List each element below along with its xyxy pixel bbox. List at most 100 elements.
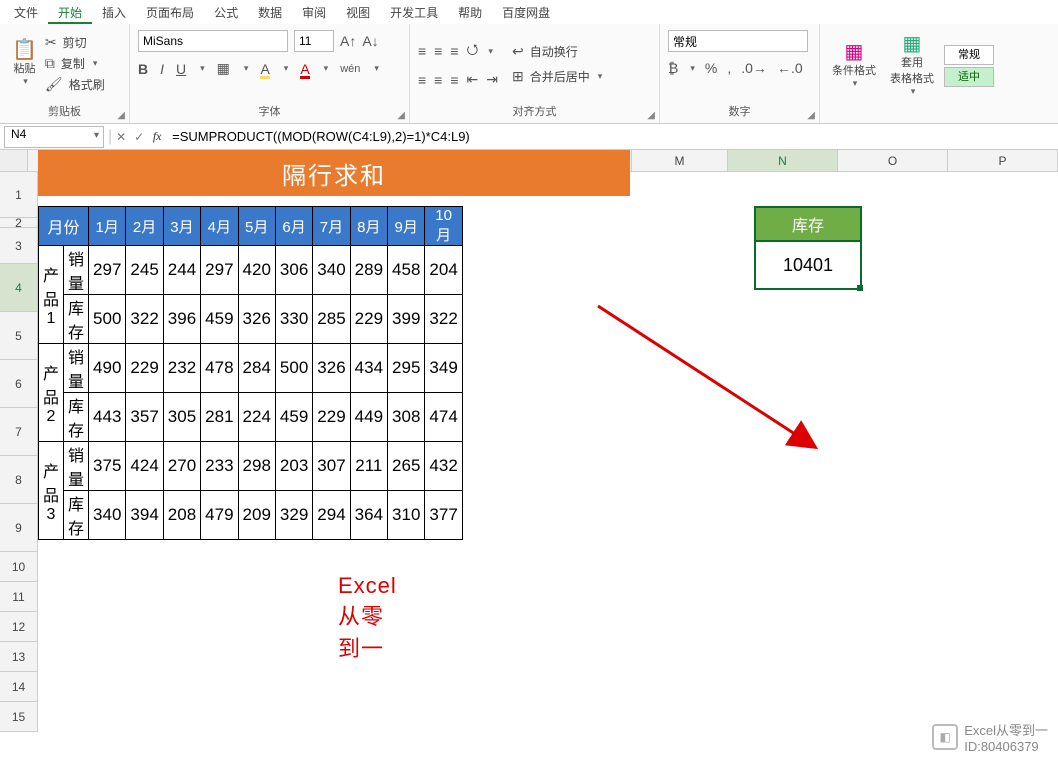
menu-item-2[interactable]: 插入 [92, 1, 136, 24]
data-cell[interactable]: 204 [425, 246, 462, 295]
data-cell[interactable]: 229 [126, 344, 163, 393]
data-cell[interactable]: 500 [275, 344, 312, 393]
accept-formula-button[interactable]: ✓ [130, 130, 148, 144]
data-cell[interactable]: 490 [89, 344, 126, 393]
data-cell[interactable]: 289 [350, 246, 387, 295]
font-name-select[interactable] [138, 30, 288, 52]
align-right-icon[interactable]: ≡ [450, 72, 458, 88]
data-cell[interactable]: 500 [89, 295, 126, 344]
data-cell[interactable]: 364 [350, 491, 387, 540]
dialog-launcher-icon[interactable]: ◢ [117, 110, 125, 121]
row-header-7[interactable]: 7 [0, 408, 38, 456]
data-cell[interactable]: 310 [388, 491, 425, 540]
data-cell[interactable]: 308 [388, 393, 425, 442]
row-header-5[interactable]: 5 [0, 312, 38, 360]
data-cell[interactable]: 396 [163, 295, 200, 344]
data-cell[interactable]: 284 [238, 344, 275, 393]
row-header-3[interactable]: 3 [0, 228, 38, 264]
orientation-icon[interactable]: ⭯ [467, 39, 479, 63]
indent-increase-icon[interactable]: ⇥ [486, 71, 498, 88]
copy-button[interactable]: ⧉复制▾ [45, 55, 105, 72]
data-cell[interactable]: 297 [89, 246, 126, 295]
data-cell[interactable]: 349 [425, 344, 462, 393]
data-cell[interactable]: 479 [201, 491, 238, 540]
menu-item-10[interactable]: 百度网盘 [492, 1, 560, 24]
data-cell[interactable]: 432 [425, 442, 462, 491]
data-cell[interactable]: 420 [238, 246, 275, 295]
increase-font-icon[interactable]: A↑ [340, 33, 356, 49]
row-header-13[interactable]: 13 [0, 642, 38, 672]
select-all-corner[interactable] [0, 150, 28, 171]
col-header-N[interactable]: N [728, 150, 838, 171]
data-cell[interactable]: 294 [313, 491, 350, 540]
increase-decimal-icon[interactable]: .0→ [741, 60, 767, 76]
dialog-launcher-icon[interactable]: ◢ [647, 110, 655, 121]
comma-icon[interactable]: , [727, 60, 731, 76]
font-size-select[interactable] [294, 30, 334, 52]
data-cell[interactable]: 458 [388, 246, 425, 295]
data-cell[interactable]: 298 [238, 442, 275, 491]
row-header-1[interactable]: 1 [0, 172, 38, 218]
decrease-font-icon[interactable]: A↓ [362, 33, 378, 49]
italic-button[interactable]: I [160, 61, 164, 77]
data-cell[interactable]: 233 [201, 442, 238, 491]
currency-icon[interactable]: ₿ [668, 60, 678, 76]
align-middle-icon[interactable]: ≡ [434, 43, 442, 59]
align-top-icon[interactable]: ≡ [418, 43, 426, 59]
data-cell[interactable]: 357 [126, 393, 163, 442]
data-cell[interactable]: 224 [238, 393, 275, 442]
data-cell[interactable]: 375 [89, 442, 126, 491]
data-cell[interactable]: 377 [425, 491, 462, 540]
formula-input[interactable] [166, 126, 1058, 148]
fill-color-button[interactable]: A [260, 61, 269, 77]
border-button[interactable]: ▦ [217, 60, 230, 77]
data-cell[interactable]: 322 [126, 295, 163, 344]
data-cell[interactable]: 459 [201, 295, 238, 344]
row-header-11[interactable]: 11 [0, 582, 38, 612]
align-center-icon[interactable]: ≡ [434, 72, 442, 88]
data-cell[interactable]: 270 [163, 442, 200, 491]
menu-item-6[interactable]: 审阅 [292, 1, 336, 24]
decrease-decimal-icon[interactable]: ←.0 [777, 60, 803, 76]
result-cell[interactable]: 10401 [754, 242, 862, 290]
font-color-button[interactable]: A [300, 61, 309, 77]
data-cell[interactable]: 424 [126, 442, 163, 491]
data-cell[interactable]: 326 [313, 344, 350, 393]
data-cell[interactable]: 281 [201, 393, 238, 442]
menu-item-9[interactable]: 帮助 [448, 1, 492, 24]
number-format-select[interactable] [668, 30, 808, 52]
wrap-text-button[interactable]: ↩自动换行 [512, 43, 602, 60]
data-cell[interactable]: 399 [388, 295, 425, 344]
col-header-O[interactable]: O [838, 150, 948, 171]
data-cell[interactable]: 307 [313, 442, 350, 491]
menu-item-5[interactable]: 数据 [248, 1, 292, 24]
data-cell[interactable]: 203 [275, 442, 312, 491]
align-left-icon[interactable]: ≡ [418, 72, 426, 88]
data-cell[interactable]: 208 [163, 491, 200, 540]
style-good[interactable]: 适中 [944, 67, 994, 87]
data-cell[interactable]: 449 [350, 393, 387, 442]
data-cell[interactable]: 329 [275, 491, 312, 540]
data-cell[interactable]: 229 [313, 393, 350, 442]
data-cell[interactable]: 211 [350, 442, 387, 491]
bold-button[interactable]: B [138, 61, 148, 77]
data-cell[interactable]: 478 [201, 344, 238, 393]
data-cell[interactable]: 340 [89, 491, 126, 540]
data-cell[interactable]: 306 [275, 246, 312, 295]
data-cell[interactable]: 305 [163, 393, 200, 442]
row-header-2[interactable]: 2 [0, 218, 38, 228]
menu-item-0[interactable]: 文件 [4, 1, 48, 24]
data-cell[interactable]: 209 [238, 491, 275, 540]
data-cell[interactable]: 443 [89, 393, 126, 442]
data-cell[interactable]: 322 [425, 295, 462, 344]
data-cell[interactable]: 474 [425, 393, 462, 442]
fx-button[interactable]: fx [148, 129, 166, 144]
data-cell[interactable]: 229 [350, 295, 387, 344]
data-cell[interactable]: 459 [275, 393, 312, 442]
conditional-format-button[interactable]: ▦条件格式▾ [828, 40, 880, 91]
name-box[interactable]: N4 [4, 126, 104, 148]
data-cell[interactable]: 265 [388, 442, 425, 491]
row-header-12[interactable]: 12 [0, 612, 38, 642]
data-cell[interactable]: 232 [163, 344, 200, 393]
row-header-15[interactable]: 15 [0, 702, 38, 732]
